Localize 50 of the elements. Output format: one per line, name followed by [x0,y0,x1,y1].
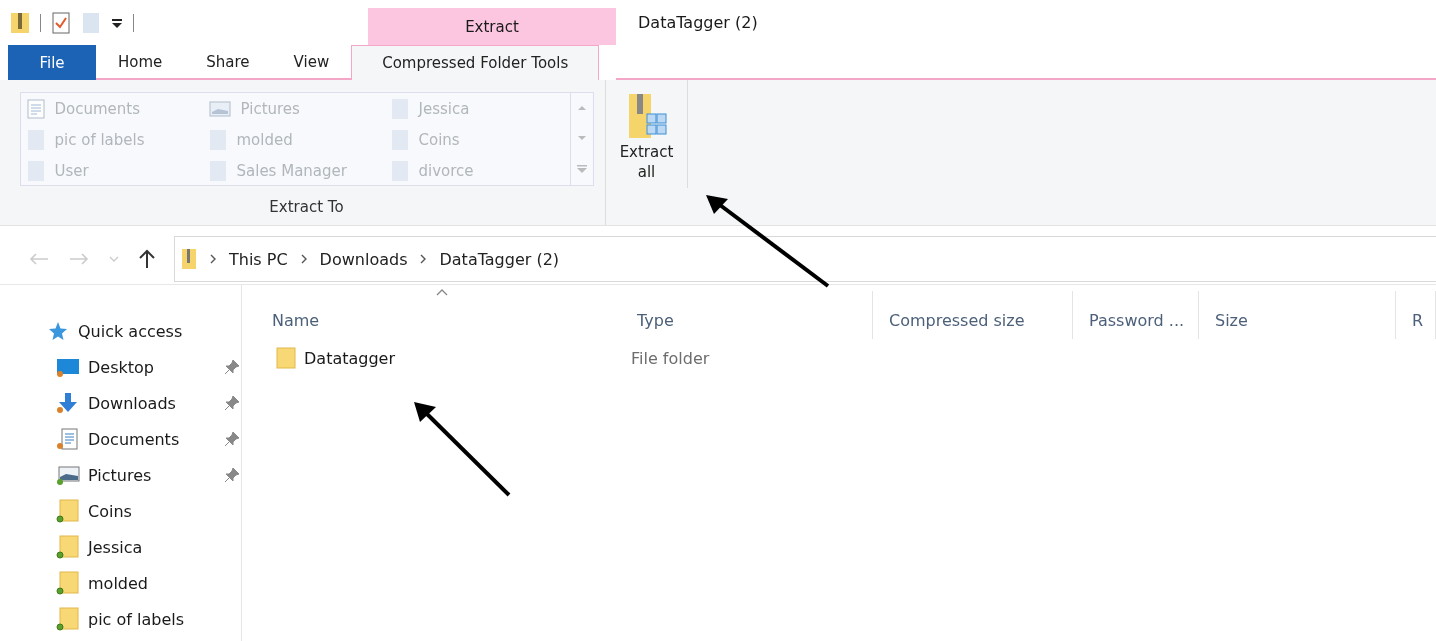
column-header[interactable]: Size [1215,311,1248,330]
up-arrow-icon[interactable] [138,249,156,269]
sidebar-item[interactable]: Documents [48,421,241,457]
picture-icon [56,464,80,486]
breadcrumb-item[interactable]: Downloads [319,249,408,269]
chevron-icon [209,254,217,264]
pin-icon[interactable] [224,359,240,375]
column-header[interactable]: R [1412,311,1424,330]
pin-icon[interactable] [224,431,240,447]
more-icon[interactable] [575,164,588,174]
properties-icon[interactable] [51,10,71,35]
sidebar-item[interactable]: Downloads [48,385,241,421]
zip-folder-icon [181,248,197,270]
extract-all-button[interactable]: Extract all [606,80,688,188]
star-icon [48,321,68,341]
column-header[interactable]: Type [637,311,674,330]
pin-icon[interactable] [224,395,240,411]
zip-folder-icon[interactable] [10,10,30,35]
document-icon [56,428,80,450]
column-header[interactable]: Compressed size [889,311,1025,330]
file-row[interactable]: Datatagger File folder [256,345,1436,371]
sidebar-item[interactable]: Coins [48,493,241,529]
ribbon-tab[interactable]: File [8,45,96,80]
picture-icon [208,99,231,118]
file-name: Datatagger [304,348,395,368]
group-label: Extract To [269,198,344,216]
document-icon [26,98,45,119]
sidebar-item[interactable]: Jessica [48,529,241,565]
sidebar-item[interactable]: molded [48,565,241,601]
sidebar-item[interactable]: Desktop [48,349,241,385]
scroll-down-icon[interactable] [576,134,587,142]
contextual-tab-header: Extract [368,8,616,45]
breadcrumb-item[interactable]: This PC [229,249,288,269]
sort-ascending-icon [436,289,448,296]
desktop-icon [56,357,80,377]
breadcrumb-item[interactable]: DataTagger (2) [439,249,560,269]
download-icon [56,392,80,414]
chevron-icon [419,254,428,264]
chevron-icon [299,254,308,264]
column-header[interactable]: Password ... [1089,311,1185,330]
address-bar[interactable]: This PC Downloads DataTagger (2) [174,236,1436,282]
scroll-up-icon[interactable] [576,104,587,112]
column-header[interactable]: Name [272,311,320,330]
sidebar-item[interactable]: pic of labels [48,601,241,637]
window-title: DataTagger (2) [638,13,758,32]
sidebar-item[interactable]: Quick access [48,313,241,349]
ribbon-tab[interactable]: Compressed Folder Tools [351,45,600,80]
pin-icon[interactable] [224,467,240,483]
file-type: File folder [630,348,710,368]
sidebar-item[interactable]: Pictures [48,457,241,493]
